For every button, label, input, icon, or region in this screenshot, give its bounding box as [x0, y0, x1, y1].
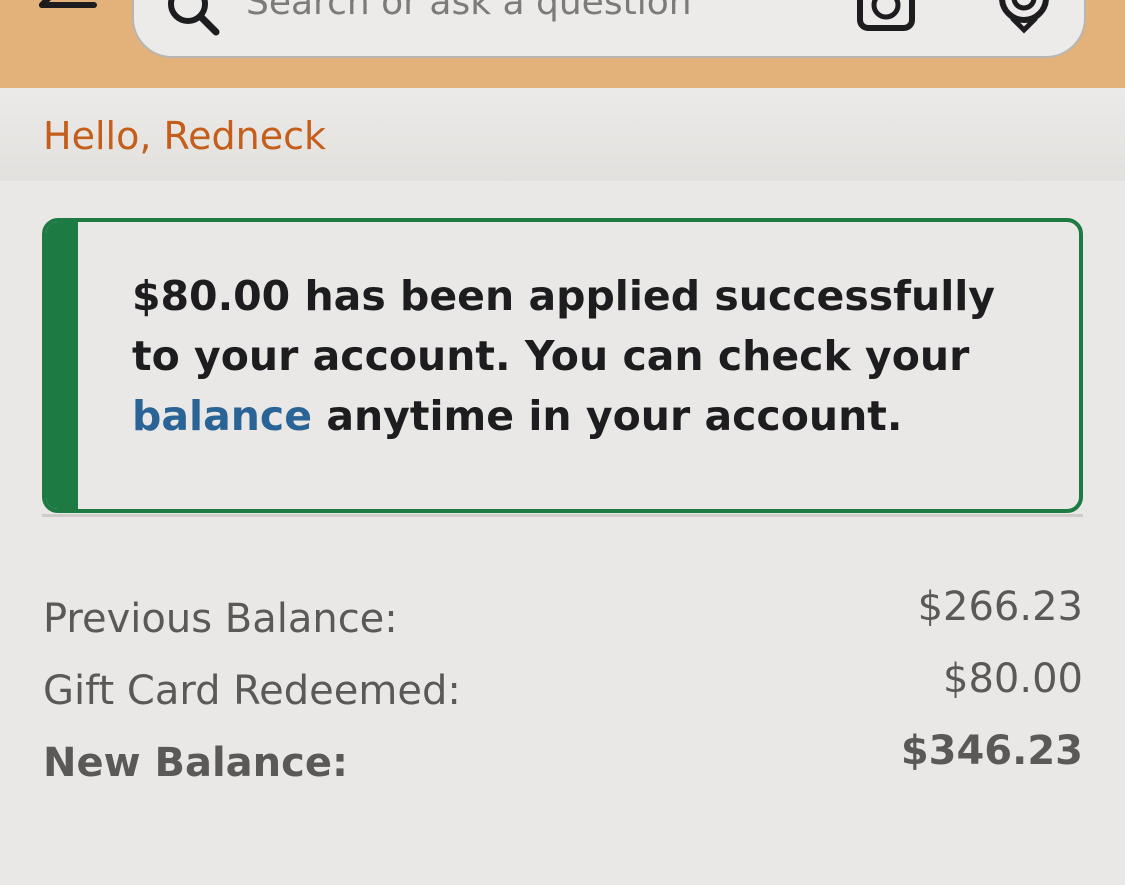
back-button[interactable]: [28, 0, 108, 40]
back-arrow-icon: [39, 0, 97, 8]
balance-link[interactable]: balance: [132, 392, 312, 440]
new-balance-label: New Balance:: [43, 740, 348, 786]
previous-balance-value: $266.23: [917, 584, 1083, 630]
greeting-strip: Hello, Redneck: [0, 88, 1125, 181]
greeting-text[interactable]: Hello, Redneck: [43, 114, 326, 158]
microphone-button[interactable]: [992, 0, 1056, 36]
divider: [42, 514, 1083, 517]
success-alert: $80.00 has been applied successfully to …: [42, 218, 1083, 513]
alert-accent-bar: [46, 222, 78, 509]
new-balance-row: New Balance: $346.23: [43, 728, 1083, 792]
gift-card-redeemed-value: $80.00: [943, 656, 1083, 702]
alert-message: $80.00 has been applied successfully to …: [132, 266, 1052, 446]
search-icon: [168, 0, 220, 36]
microphone-icon: [999, 0, 1049, 34]
gift-card-redeemed-row: Gift Card Redeemed: $80.00: [43, 656, 1083, 720]
previous-balance-row: Previous Balance: $266.23: [43, 584, 1083, 648]
camera-icon: [857, 0, 915, 31]
alert-message-part1: $80.00 has been applied successfully to …: [132, 272, 996, 380]
gift-card-redeemed-label: Gift Card Redeemed:: [43, 668, 461, 714]
top-header: [0, 0, 1125, 88]
previous-balance-label: Previous Balance:: [43, 596, 398, 642]
camera-button[interactable]: [854, 0, 918, 36]
search-bar[interactable]: [132, 0, 1086, 58]
new-balance-value: $346.23: [900, 728, 1083, 774]
search-input[interactable]: [246, 0, 846, 22]
alert-message-part2: anytime in your account.: [312, 392, 903, 440]
